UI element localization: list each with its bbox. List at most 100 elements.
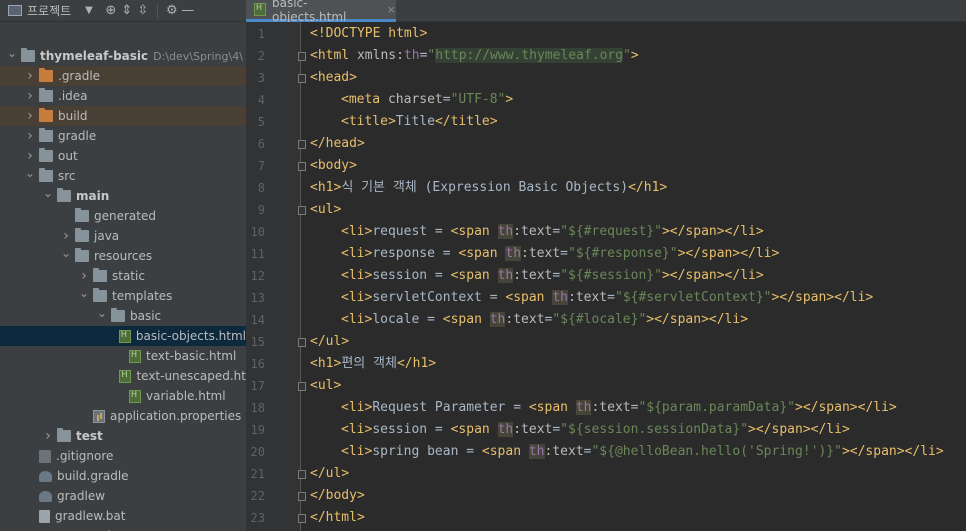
- code-line[interactable]: <body>: [310, 155, 357, 177]
- locate-icon[interactable]: ⊕: [103, 3, 119, 19]
- project-panel-title[interactable]: 프로젝트: [27, 2, 71, 19]
- code-line[interactable]: <h1>식 기본 객체 (Expression Basic Objects)</…: [310, 177, 667, 199]
- tree-item-generated[interactable]: generated: [0, 206, 246, 226]
- hide-icon[interactable]: —: [180, 3, 196, 19]
- code-line[interactable]: <meta charset="UTF-8">: [341, 89, 513, 111]
- code-line[interactable]: <html xmlns:th="http://www.thymeleaf.org…: [310, 45, 639, 67]
- close-icon[interactable]: ×: [387, 3, 396, 16]
- tree-item-build[interactable]: › build: [0, 106, 246, 126]
- code-line[interactable]: <li>servletContext = <span th:text="${#s…: [341, 287, 873, 309]
- code-token: ></span></li>: [661, 224, 764, 239]
- chevron-right-icon[interactable]: ›: [24, 148, 36, 164]
- tree-item-thymeleaf-basic[interactable]: ⌄ thymeleaf-basic D:\dev\Spring\4\: [0, 46, 246, 66]
- tree-item-templates[interactable]: ⌄ templates: [0, 286, 246, 306]
- chevron-right-icon[interactable]: ›: [60, 228, 72, 244]
- tree-item-application-properties[interactable]: application.properties: [0, 406, 246, 426]
- code-token: ></span></li>: [661, 268, 764, 283]
- tab-basic-objects-html[interactable]: basic-objects.html ×: [246, 0, 396, 24]
- chevron-right-icon[interactable]: ›: [24, 68, 36, 84]
- code-line[interactable]: <head>: [310, 67, 357, 89]
- fold-marker-icon[interactable]: [298, 140, 306, 149]
- chevron-right-icon[interactable]: ›: [42, 428, 54, 444]
- code-line[interactable]: <li>request = <span th:text="${#request}…: [341, 221, 764, 243]
- tree-item-static[interactable]: › static: [0, 266, 246, 286]
- chevron-down-icon[interactable]: ⌄: [96, 306, 108, 320]
- code-token: <span: [528, 400, 576, 415]
- chevron-right-icon[interactable]: ›: [24, 88, 36, 104]
- code-line[interactable]: <h1>편의 객체</h1>: [310, 353, 436, 375]
- chevron-down-icon[interactable]: ⌄: [78, 286, 90, 300]
- tree-item-label: basic: [130, 309, 162, 323]
- code-line[interactable]: <li>session = <span th:text="${#session}…: [341, 265, 764, 287]
- code-line[interactable]: </head>: [310, 133, 365, 155]
- tree-item-text-basic-html[interactable]: text-basic.html: [0, 346, 246, 366]
- gear-icon[interactable]: ⚙: [164, 3, 180, 19]
- code-line[interactable]: <li>Request Parameter = <span th:text="$…: [341, 397, 897, 419]
- tree-item-basic-objects-html[interactable]: basic-objects.html: [0, 326, 246, 346]
- code-line[interactable]: </html>: [310, 507, 365, 529]
- tree-item-build-gradle[interactable]: build.gradle: [0, 466, 246, 486]
- chevron-right-icon[interactable]: ›: [78, 268, 90, 284]
- chevron-right-icon[interactable]: ›: [24, 108, 36, 124]
- tree-item-text-unescaped-ht[interactable]: text-unescaped.ht: [0, 366, 246, 386]
- chevron-down-icon[interactable]: ⌄: [42, 186, 54, 200]
- collapse-all-icon[interactable]: ⇳: [135, 3, 151, 19]
- chevron-down-icon[interactable]: ⌄: [24, 166, 36, 180]
- tree-item-resources[interactable]: ⌄ resources: [0, 246, 246, 266]
- code-token: :text: [544, 444, 584, 459]
- tree-item-gradle[interactable]: › .gradle: [0, 66, 246, 86]
- tree-item-gradlew-bat[interactable]: gradlew.bat: [0, 506, 246, 526]
- tree-item-java[interactable]: › java: [0, 226, 246, 246]
- tree-item-help-md[interactable]: HELP.md: [0, 526, 246, 531]
- chevron-right-icon[interactable]: ›: [24, 128, 36, 144]
- code-token: Request Parameter =: [372, 400, 529, 415]
- line-number: 18: [250, 401, 265, 415]
- fold-marker-icon[interactable]: [298, 52, 306, 61]
- code-line[interactable]: <ul>: [310, 375, 341, 397]
- expand-all-icon[interactable]: ⇕: [119, 3, 135, 19]
- fold-marker-icon[interactable]: [298, 492, 306, 501]
- code-line[interactable]: </ul>: [310, 463, 349, 485]
- tree-item-gradlew[interactable]: gradlew: [0, 486, 246, 506]
- line-number-gutter: 1 2 3 4 5 6 7 8 9 10 11 12 13 14 15 16 17 18 19 20 21 22 23: [246, 22, 301, 531]
- code-line[interactable]: <title>Title</title>: [341, 111, 498, 133]
- fold-marker-icon[interactable]: [298, 470, 306, 479]
- fold-marker-icon[interactable]: [298, 514, 306, 523]
- tree-item-label: .gradle: [58, 69, 101, 83]
- code-line[interactable]: <li>response = <span th:text="${#respons…: [341, 243, 779, 265]
- code-token: "${@helloBean.hello('Spring!')}": [591, 444, 842, 459]
- tree-item-idea[interactable]: › .idea: [0, 86, 246, 106]
- tree-item-basic[interactable]: ⌄ basic: [0, 306, 246, 326]
- tree-item-out[interactable]: › out: [0, 146, 246, 166]
- file-gradle-icon: [39, 470, 52, 482]
- code-line[interactable]: <ul>: [310, 199, 341, 221]
- fold-marker-icon[interactable]: [298, 338, 306, 347]
- code-token: ></span></li>: [771, 290, 874, 305]
- code-line[interactable]: <li>session = <span th:text="${session.s…: [341, 419, 850, 441]
- tree-item-main[interactable]: ⌄ main: [0, 186, 246, 206]
- fold-marker-icon[interactable]: [298, 74, 306, 83]
- file-plain-icon: [39, 509, 50, 523]
- fold-marker-icon[interactable]: [298, 162, 306, 171]
- code-token: </ul>: [310, 334, 350, 349]
- code-token: ></span></li>: [841, 444, 944, 459]
- code-line[interactable]: <li>spring bean = <span th:text="${@hell…: [341, 441, 944, 463]
- folder-icon: [75, 228, 89, 242]
- code-area[interactable]: 1 2 3 4 5 6 7 8 9 10 11 12 13 14 15 16 17 18 19 20 21 22 23 <!…: [246, 22, 966, 531]
- chevron-down-icon[interactable]: ⌄: [6, 46, 18, 60]
- fold-marker-icon[interactable]: [298, 206, 306, 215]
- folder-icon: [93, 268, 107, 282]
- line-number: 12: [250, 269, 265, 283]
- chevron-down-icon[interactable]: ⌄: [60, 246, 72, 260]
- fold-marker-icon[interactable]: [298, 382, 306, 391]
- code-line[interactable]: <li>locale = <span th:text="${#locale}">…: [341, 309, 748, 331]
- tree-item-test[interactable]: › test: [0, 426, 246, 446]
- tree-item-gitignore[interactable]: .gitignore: [0, 446, 246, 466]
- tree-item-variable-html[interactable]: variable.html: [0, 386, 246, 406]
- code-line[interactable]: </ul>: [310, 331, 349, 353]
- chevron-down-icon[interactable]: ▼: [85, 5, 93, 16]
- code-line[interactable]: <!DOCTYPE html>: [310, 23, 427, 45]
- code-line[interactable]: </body>: [310, 485, 365, 507]
- tree-item-gradle[interactable]: › gradle: [0, 126, 246, 146]
- tree-item-src[interactable]: ⌄ src: [0, 166, 246, 186]
